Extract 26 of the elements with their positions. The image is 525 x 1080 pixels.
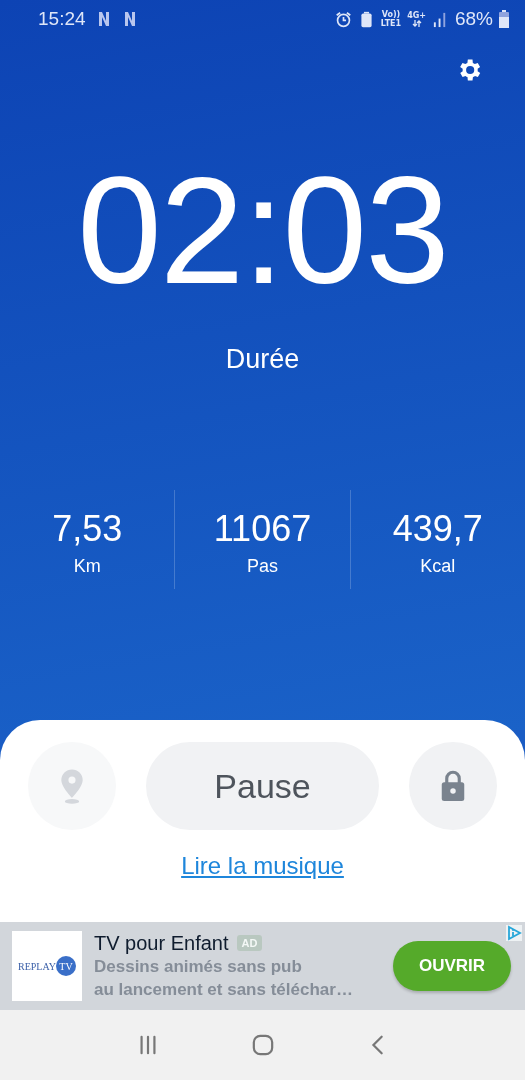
timer-value: 02:03 — [76, 154, 449, 306]
ad-logo: REPLAY TV — [12, 931, 82, 1001]
open-button[interactable]: OUVRIR — [393, 941, 511, 991]
notification-icon — [97, 11, 110, 27]
ad-description: Dessins animés sans pub — [94, 955, 303, 978]
status-time: 15:24 — [38, 8, 86, 30]
ad-description: au lancement et sans téléchar… — [94, 978, 354, 1001]
home-icon[interactable] — [251, 1034, 274, 1056]
battery-percent: 68% — [454, 8, 493, 30]
alarm-icon — [334, 10, 352, 28]
stat-value: 11067 — [213, 508, 312, 550]
ad-badge: AD — [236, 935, 263, 951]
notification-icon — [123, 11, 136, 27]
network-indicator: 4G+ — [407, 11, 426, 27]
pause-button[interactable]: Pause — [146, 742, 379, 830]
ad-title: TV pour Enfant — [94, 931, 229, 955]
stat-unit: Kcal — [420, 556, 456, 577]
volte-indicator: Vo)) LTE1 — [380, 10, 402, 28]
music-link[interactable]: Lire la musique — [181, 852, 344, 880]
ad-info-icon[interactable] — [506, 925, 522, 941]
stat-unit: Km — [73, 556, 101, 577]
stat-unit: Pas — [246, 556, 278, 577]
battery-icon — [499, 10, 509, 28]
stat-value: 7,53 — [52, 508, 123, 550]
stat-value: 439,7 — [392, 508, 483, 550]
timer-label: Durée — [224, 344, 301, 375]
